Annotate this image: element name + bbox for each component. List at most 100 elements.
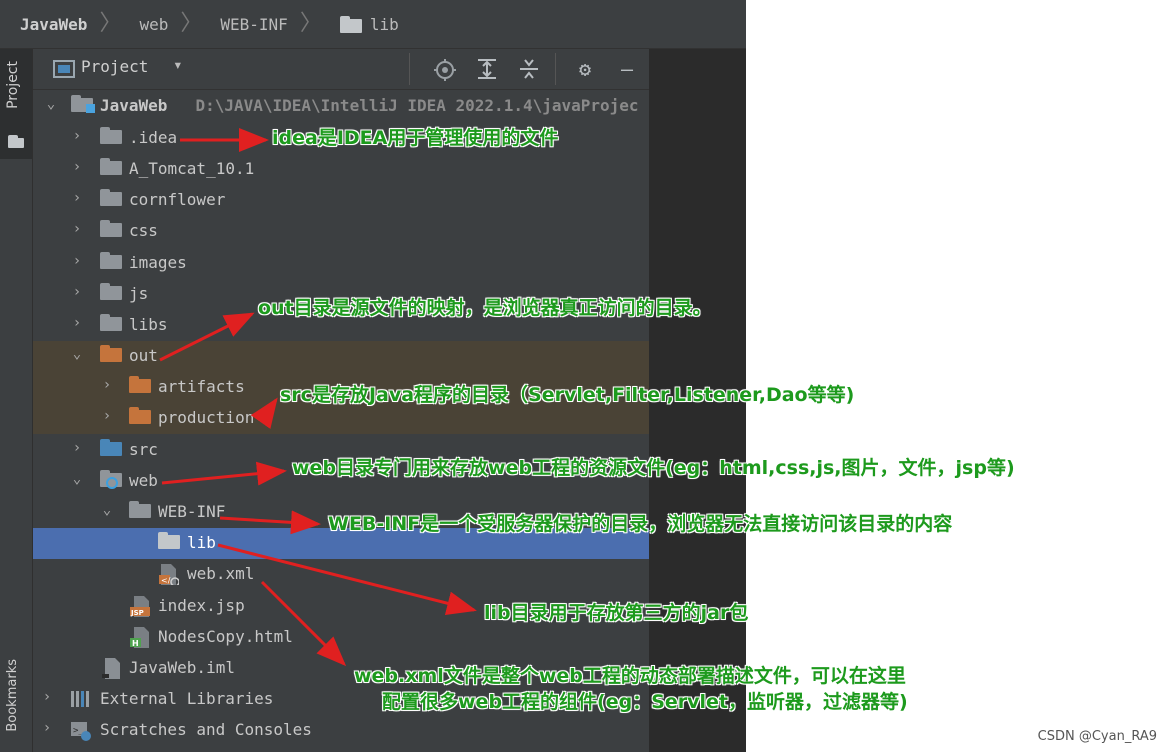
chevron-down-icon[interactable]: ⌄ — [99, 502, 115, 518]
chevron-down-icon[interactable]: ▾ — [173, 55, 183, 74]
tree-label: Scratches and Consoles — [100, 720, 312, 739]
toolbar-divider — [409, 53, 410, 85]
folder-icon — [100, 158, 122, 175]
breadcrumb-item-web[interactable]: web — [121, 15, 174, 34]
root-path: D:\JAVA\IDEA\IntelliJ IDEA 2022.1.4\java… — [195, 96, 639, 115]
folder-icon — [100, 189, 122, 206]
project-panel-header: Project ▾ ⚙ — — [33, 49, 649, 90]
excluded-folder-icon — [129, 376, 151, 393]
chevron-right-icon[interactable]: › — [69, 159, 85, 175]
annotation-src: src是存放Java程序的目录（Servlet,Filter,Listener,… — [280, 384, 855, 406]
tree-row-tomcat[interactable]: › A_Tomcat_10.1 — [33, 154, 649, 185]
tree-label: js — [129, 284, 149, 303]
tree-row-out[interactable]: ⌄ out — [33, 341, 649, 372]
tree-label: web — [129, 471, 158, 490]
tree-label: External Libraries — [100, 689, 274, 708]
tree-label: css — [129, 221, 158, 240]
chevron-right-icon[interactable]: › — [69, 221, 85, 237]
left-tool-strip: Project Bookmarks — [0, 49, 33, 752]
folder-icon — [129, 501, 151, 518]
svg-text:JSP: JSP — [130, 609, 144, 617]
bookmarks-tab-label: Bookmarks — [5, 659, 20, 732]
tree-label: src — [129, 440, 158, 459]
tree-label: images — [129, 253, 187, 272]
chevron-down-icon[interactable]: ⌄ — [43, 96, 59, 112]
chevron-right-icon[interactable]: › — [69, 190, 85, 206]
tree-label: production — [158, 408, 255, 427]
gear-icon[interactable]: ⚙ — [573, 57, 597, 81]
tree-label: index.jsp — [158, 596, 245, 615]
minimize-icon[interactable]: — — [615, 57, 639, 81]
chevron-right-icon[interactable]: › — [99, 408, 115, 424]
folder-icon — [339, 15, 362, 33]
module-badge-icon — [86, 104, 95, 113]
tree-label: out — [129, 346, 158, 365]
project-tool-tab[interactable]: Project — [0, 49, 32, 159]
folder-icon — [100, 314, 122, 331]
chevron-right-icon[interactable]: › — [69, 315, 85, 331]
breadcrumb-lib-label: lib — [369, 14, 399, 34]
breadcrumb-item-lib[interactable]: lib — [322, 15, 405, 34]
folder-icon — [8, 135, 24, 148]
chevron-right-icon[interactable]: › — [99, 377, 115, 393]
tree-row-root[interactable]: ⌄ JavaWeb D:\JAVA\IDEA\IntelliJ IDEA 2022… — [33, 91, 649, 122]
chevron-right-icon[interactable]: › — [69, 128, 85, 144]
folder-icon — [100, 252, 122, 269]
ide-window: JavaWeb 〉 web 〉 WEB-INF 〉 lib Project Bo… — [0, 0, 746, 752]
chevron-right-icon: 〉 — [180, 11, 203, 36]
jsp-file-icon: JSP — [130, 596, 150, 617]
tree-row-production[interactable]: › production — [33, 403, 649, 434]
tree-row-scratches[interactable]: › >_ Scratches and Consoles — [33, 715, 649, 746]
excluded-folder-icon — [129, 407, 151, 424]
folder-icon — [100, 127, 122, 144]
svg-text:H: H — [132, 639, 139, 648]
chevron-right-icon[interactable]: › — [39, 689, 55, 705]
tree-label: web.xml — [187, 564, 255, 583]
project-view-title[interactable]: Project — [81, 57, 148, 76]
chevron-right-icon[interactable]: › — [69, 440, 85, 456]
annotation-web-inf: WEB-INF是一个受服务器保护的目录，浏览器无法直接访问该目录的内容 — [328, 513, 953, 535]
annotation-web-xml-line2: 配置很多web工程的组件(eg：Servlet，监听器，过滤器等) — [382, 691, 908, 713]
watermark: CSDN @Cyan_RA9 — [1037, 729, 1157, 744]
xml-file-icon: </ — [159, 564, 179, 585]
chevron-down-icon[interactable]: ⌄ — [69, 471, 85, 487]
tree-label: A_Tomcat_10.1 — [129, 159, 255, 178]
tree-label: NodesCopy.html — [158, 627, 293, 646]
tree-label: .idea — [129, 128, 178, 147]
svg-text:</: </ — [161, 576, 171, 585]
source-folder-icon — [100, 439, 122, 456]
tree-row-nodescopy-html[interactable]: H NodesCopy.html — [33, 622, 649, 653]
annotation-lib: lib目录用于存放第三方的jar包 — [484, 602, 749, 624]
expand-all-icon[interactable] — [475, 57, 499, 81]
tree-row-images[interactable]: › images — [33, 248, 649, 279]
bookmarks-tool-tab[interactable]: Bookmarks — [0, 655, 32, 751]
html-file-icon: H — [130, 627, 149, 648]
chevron-right-icon: 〉 — [299, 11, 322, 36]
annotation-web: web目录专门用来存放web工程的资源文件(eg：html,css,js,图片，… — [292, 457, 1015, 479]
chevron-right-icon: 〉 — [99, 11, 122, 36]
annotation-out: out目录是源文件的映射，是浏览器真正访问的目录。 — [258, 297, 712, 319]
locate-file-icon[interactable] — [433, 58, 457, 82]
chevron-down-icon[interactable]: ⌄ — [69, 346, 85, 362]
tree-row-web-xml[interactable]: </ web.xml — [33, 559, 649, 590]
excluded-folder-icon — [100, 345, 122, 362]
library-icon — [71, 691, 89, 707]
chevron-right-icon[interactable]: › — [39, 720, 55, 736]
root-label: JavaWeb D:\JAVA\IDEA\IntelliJ IDEA 2022.1… — [100, 96, 639, 115]
chevron-right-icon[interactable]: › — [69, 253, 85, 269]
toolbar-divider — [555, 53, 556, 85]
folder-icon — [100, 283, 122, 300]
tree-row-css[interactable]: › css — [33, 216, 649, 247]
breadcrumb-item-javaweb[interactable]: JavaWeb — [0, 15, 93, 34]
breadcrumb-item-web-inf[interactable]: WEB-INF — [202, 15, 293, 34]
web-badge-icon — [106, 477, 118, 489]
chevron-right-icon[interactable]: › — [69, 284, 85, 300]
annotation-idea: idea是IDEA用于管理使用的文件 — [272, 127, 559, 149]
tree-row-cornflower[interactable]: › cornflower — [33, 185, 649, 216]
collapse-all-icon[interactable] — [517, 57, 541, 81]
tree-label: cornflower — [129, 190, 226, 209]
folder-icon — [100, 220, 122, 237]
tree-label: WEB-INF — [158, 502, 226, 521]
tree-label: libs — [129, 315, 168, 334]
tree-label: artifacts — [158, 377, 245, 396]
